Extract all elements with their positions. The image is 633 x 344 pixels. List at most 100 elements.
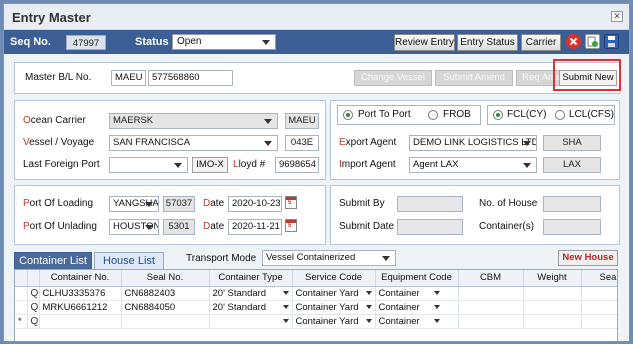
review-entry-button[interactable]: Review Entry: [394, 34, 455, 51]
seal-no-cell[interactable]: [121, 314, 210, 329]
chevron-down-icon: [382, 256, 390, 261]
export-agent-code: SHA: [543, 135, 601, 151]
search-icon[interactable]: Q: [27, 286, 40, 301]
column-weight[interactable]: Weight: [523, 270, 582, 287]
chevron-down-icon: [264, 141, 272, 146]
submit-date-field: [397, 219, 463, 235]
row-marker: [15, 286, 28, 301]
sea-cell[interactable]: [581, 314, 617, 329]
submit-by-label: Submit By: [339, 198, 385, 209]
entry-status-button[interactable]: Entry Status: [457, 34, 518, 51]
close-icon[interactable]: ✕: [611, 11, 623, 22]
new-house-button[interactable]: New House: [558, 250, 618, 266]
status-select[interactable]: Open: [172, 34, 276, 50]
container-type-cell[interactable]: 20' Standard: [209, 300, 293, 315]
vessel-select[interactable]: SAN FRANCISCA: [109, 135, 278, 151]
column-seal-no[interactable]: Seal No.: [121, 270, 210, 287]
tab-house-list[interactable]: House List: [94, 252, 164, 269]
no-of-house-label: No. of House: [479, 198, 538, 209]
no-of-house-field: [543, 196, 601, 212]
import-agent-select[interactable]: Agent LAX: [409, 157, 537, 173]
delete-icon[interactable]: [566, 34, 581, 49]
container-no-cell[interactable]: [39, 314, 122, 329]
ocean-carrier-label: Ocean Carrier: [23, 115, 86, 126]
sea-cell[interactable]: [581, 300, 617, 315]
column-sea[interactable]: Sea: [581, 270, 617, 287]
equipment-code-cell[interactable]: Container: [375, 314, 459, 329]
fcl-radio[interactable]: [493, 110, 503, 120]
submit-info-panel: Submit By No. of House Submit Date Conta…: [330, 185, 620, 245]
calendar-icon[interactable]: 5: [285, 196, 297, 209]
container-type-cell[interactable]: [209, 314, 293, 329]
container-no-cell[interactable]: MRKU6661212: [39, 300, 122, 315]
export-agent-select[interactable]: DEMO LINK LOGISTICS LTD.: [409, 135, 537, 151]
sea-cell[interactable]: [581, 286, 617, 301]
equipment-code-cell[interactable]: Container: [375, 286, 459, 301]
entry-master-window: Entry Master ✕ Seq No. 47997 Status Open…: [3, 3, 630, 342]
submit-amend-button[interactable]: Submit Amend: [435, 70, 513, 86]
carrier-button[interactable]: Carrier: [521, 34, 561, 51]
container-type-cell[interactable]: 20' Standard: [209, 286, 293, 301]
new-document-icon[interactable]: [585, 34, 600, 49]
calendar-icon[interactable]: 5: [285, 219, 297, 232]
equipment-code-cell[interactable]: Container: [375, 300, 459, 315]
voyage-field[interactable]: 043E: [285, 135, 319, 151]
search-icon[interactable]: Q: [27, 300, 40, 315]
toolbar: Seq No. 47997 Status Open Review Entry E…: [4, 30, 629, 54]
table-row[interactable]: * Q Container Yard Container: [15, 314, 617, 329]
change-vessel-button[interactable]: Change Vessel: [354, 70, 432, 86]
last-foreign-port-select[interactable]: [109, 157, 188, 173]
port-to-port-radio[interactable]: [343, 110, 353, 120]
lcl-radio[interactable]: [555, 110, 565, 120]
transport-mode-select[interactable]: Vessel Containerized: [262, 250, 396, 266]
ocean-carrier-select[interactable]: MAERSK: [109, 113, 278, 129]
container-no-cell[interactable]: CLHU3335376: [39, 286, 122, 301]
search-icon[interactable]: Q: [27, 314, 40, 329]
tab-container-list[interactable]: Container List: [14, 252, 92, 269]
grid-header-search: [27, 270, 40, 287]
cbm-cell[interactable]: [458, 314, 524, 329]
chevron-down-icon: [262, 40, 270, 45]
cbm-cell[interactable]: [458, 286, 524, 301]
column-cbm[interactable]: CBM: [458, 270, 524, 287]
mbl-prefix-field[interactable]: MAEU: [111, 70, 146, 86]
table-row[interactable]: Q MRKU6661212 CN6884050 20' Standard Con…: [15, 300, 617, 315]
master-bl-panel: Master B/L No. MAEU 577568860 Change Ves…: [14, 59, 621, 94]
service-code-cell[interactable]: Container Yard: [292, 314, 376, 329]
column-container-type[interactable]: Container Type: [209, 270, 293, 287]
seal-no-cell[interactable]: CN6882403: [121, 286, 210, 301]
weight-cell[interactable]: [523, 300, 582, 315]
weight-cell[interactable]: [523, 314, 582, 329]
chevron-down-icon: [523, 141, 531, 146]
frob-radio[interactable]: [428, 110, 438, 120]
table-row[interactable]: Q CLHU3335376 CN6882403 20' Standard Con…: [15, 286, 617, 301]
weight-cell[interactable]: [523, 286, 582, 301]
row-marker: [15, 300, 28, 315]
column-service-code[interactable]: Service Code: [292, 270, 376, 287]
chevron-down-icon: [523, 163, 531, 168]
chevron-down-icon: [433, 318, 440, 323]
port-of-loading-select[interactable]: YANGSHAN: [109, 196, 159, 212]
lloyd-field[interactable]: 9698654: [275, 157, 319, 173]
column-container-no[interactable]: Container No.: [39, 270, 122, 287]
service-code-cell[interactable]: Container Yard: [292, 300, 376, 315]
vessel-voyage-label: Vessel / Voyage: [23, 137, 95, 148]
loading-date-label: Date: [203, 198, 225, 209]
ports-panel: Port Of Loading YANGSHAN 57037 Date 2020…: [14, 185, 326, 245]
containers-label: Container(s): [479, 221, 535, 232]
mbl-number-field[interactable]: 577568860: [148, 70, 233, 86]
port-of-unlading-select[interactable]: HOUSTON: [109, 219, 159, 235]
save-icon[interactable]: [604, 34, 619, 49]
port-to-port-label: Port To Port: [358, 109, 411, 120]
chevron-down-icon: [365, 318, 372, 323]
loading-date-field[interactable]: 2020-10-23: [228, 196, 282, 212]
submit-new-button[interactable]: Submit New: [559, 70, 617, 86]
column-equipment-code[interactable]: Equipment Code: [375, 270, 459, 287]
cbm-cell[interactable]: [458, 300, 524, 315]
service-code-cell[interactable]: Container Yard: [292, 286, 376, 301]
lcl-label: LCL(CFS): [569, 109, 615, 120]
seal-no-cell[interactable]: CN6884050: [121, 300, 210, 315]
unlading-date-field[interactable]: 2020-11-21: [228, 219, 282, 235]
imo-x-button[interactable]: IMO-X: [192, 157, 228, 173]
grid-header-marker: [15, 270, 28, 287]
